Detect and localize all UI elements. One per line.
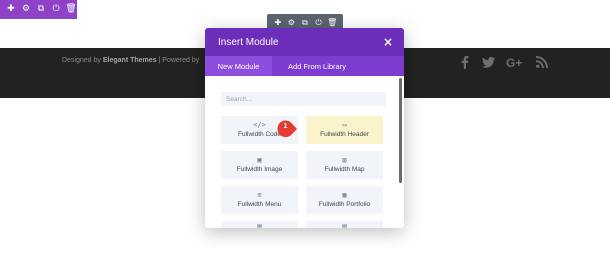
add-icon[interactable]: ✚ bbox=[273, 17, 282, 29]
duplicate-icon[interactable]: ⧉ bbox=[36, 4, 46, 16]
module-icon: ▤ bbox=[257, 222, 262, 229]
rss-icon[interactable] bbox=[535, 55, 549, 69]
map-icon: ▥ bbox=[342, 155, 347, 164]
menu-icon: ≡ bbox=[257, 190, 262, 199]
step-callout: 1 bbox=[276, 119, 298, 139]
module-label: Fullwidth Portfolio bbox=[318, 200, 371, 208]
svg-text:G+: G+ bbox=[506, 56, 522, 68]
module-label: Fullwidth Image bbox=[236, 165, 283, 173]
module-label: Fullwidth Map bbox=[324, 165, 365, 173]
credits-suffix: | Powered by bbox=[156, 57, 200, 64]
module-fullwidth-header[interactable]: ▭ Fullwidth Header bbox=[306, 116, 383, 144]
insert-module-modal: Insert Module × New Module Add From Libr… bbox=[205, 28, 404, 228]
search-input[interactable] bbox=[221, 92, 386, 106]
code-icon: </> bbox=[253, 120, 266, 129]
settings-icon[interactable]: ⚙ bbox=[21, 4, 31, 16]
power-icon[interactable]: ⏻ bbox=[51, 4, 61, 16]
modal-tabs: New Module Add From Library bbox=[205, 56, 404, 76]
credits-brand-link[interactable]: Elegant Themes bbox=[103, 57, 157, 64]
module-label: Fullwidth Code bbox=[238, 130, 281, 138]
modal-body: </> Fullwidth Code ▭ Fullwidth Header ▣ … bbox=[205, 76, 404, 228]
module-label: Fullwidth Menu bbox=[237, 200, 282, 208]
add-icon[interactable]: ✚ bbox=[6, 4, 16, 16]
scrollbar[interactable] bbox=[399, 78, 402, 183]
twitter-icon[interactable] bbox=[481, 55, 495, 69]
tab-new-module[interactable]: New Module bbox=[205, 56, 272, 76]
tab-add-from-library[interactable]: Add From Library bbox=[272, 56, 362, 76]
trash-icon[interactable]: 🗑 bbox=[65, 4, 76, 16]
trash-icon[interactable]: 🗑 bbox=[327, 17, 337, 29]
close-icon[interactable]: × bbox=[383, 35, 393, 49]
settings-icon[interactable]: ⚙ bbox=[287, 17, 296, 29]
facebook-icon[interactable] bbox=[458, 55, 472, 69]
credits-prefix: Designed by bbox=[62, 57, 101, 64]
duplicate-icon[interactable]: ⧉ bbox=[300, 17, 309, 29]
modal-title: Insert Module bbox=[218, 37, 279, 48]
power-icon[interactable]: ⏻ bbox=[314, 17, 323, 29]
image-icon: ▣ bbox=[257, 155, 262, 164]
modal-header: Insert Module × bbox=[205, 28, 404, 56]
header-icon: ▭ bbox=[342, 120, 347, 129]
module-fullwidth-map[interactable]: ▥ Fullwidth Map bbox=[306, 151, 383, 179]
module-fullwidth-menu[interactable]: ≡ Fullwidth Menu bbox=[221, 186, 298, 214]
callout-number: 1 bbox=[283, 123, 288, 130]
module-partial[interactable]: ▤ bbox=[306, 221, 383, 228]
google-plus-icon[interactable]: G+ bbox=[505, 55, 527, 69]
module-fullwidth-image[interactable]: ▣ Fullwidth Image bbox=[221, 151, 298, 179]
module-fullwidth-portfolio[interactable]: ▦ Fullwidth Portfolio bbox=[306, 186, 383, 214]
module-label: Fullwidth Header bbox=[320, 130, 369, 138]
footer-credits: Designed by Elegant Themes | Powered by bbox=[62, 57, 199, 64]
row-toolbar: ✚ ⚙ ⧉ ⏻ 🗑 bbox=[0, 0, 77, 19]
module-icon: ▤ bbox=[342, 222, 347, 229]
portfolio-icon: ▦ bbox=[342, 190, 347, 199]
module-partial[interactable]: ▤ bbox=[221, 221, 298, 228]
